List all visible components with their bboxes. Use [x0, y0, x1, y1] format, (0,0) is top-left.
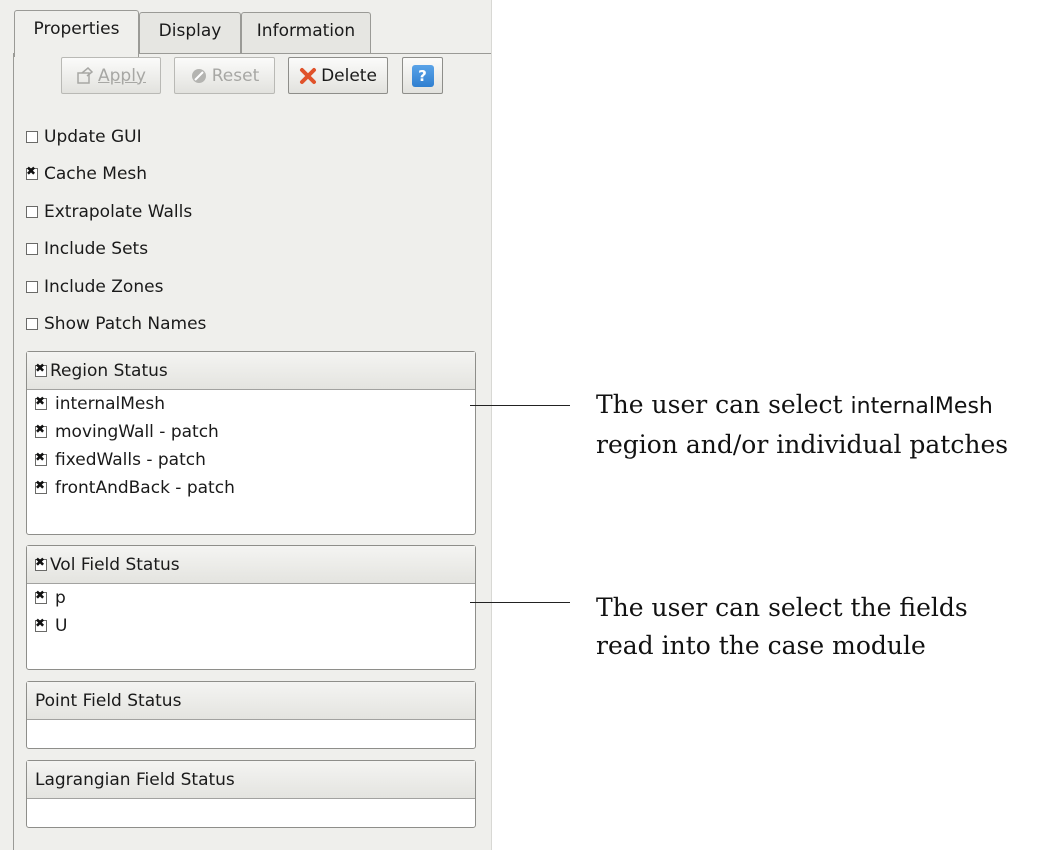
region-annotation-pre: The user can select [596, 390, 851, 419]
include-zones-label: Include Zones [44, 277, 164, 297]
show-patch-names-box[interactable] [26, 318, 38, 330]
point-field-status-header[interactable]: Point Field Status [27, 682, 475, 720]
show-patch-names-checkbox[interactable]: Show Patch Names [26, 312, 206, 336]
item-checkbox[interactable] [35, 450, 47, 466]
cache-mesh-checkbox[interactable]: Cache Mesh [26, 162, 147, 186]
vol-field-status-header[interactable]: Vol Field Status [27, 546, 475, 584]
cache-mesh-label: Cache Mesh [44, 164, 148, 184]
item-checkbox[interactable] [35, 588, 47, 604]
region-status-toggle[interactable] [35, 361, 47, 377]
apply-label: Apply [98, 65, 146, 86]
reset-icon [190, 67, 208, 85]
tab-display[interactable]: Display [139, 12, 241, 56]
list-item[interactable]: p [27, 584, 475, 612]
region-annotation-line [470, 405, 570, 406]
lagrangian-field-status-header[interactable]: Lagrangian Field Status [27, 761, 475, 799]
fields-annotation: The user can select the fields read into… [596, 589, 968, 665]
properties-panel: Properties Display Information Apply Res… [0, 0, 492, 850]
help-icon: ? [411, 64, 434, 87]
fields-annotation-line [470, 602, 570, 603]
item-label: U [55, 616, 68, 636]
include-sets-checkbox[interactable]: Include Sets [26, 237, 148, 261]
update-gui-box[interactable] [26, 131, 38, 143]
fields-annotation-line1: The user can select the fields [596, 593, 968, 622]
region-annotation: The user can select internalMesh region … [596, 386, 1008, 464]
update-gui-checkbox[interactable]: Update GUI [26, 125, 142, 149]
cache-mesh-box[interactable] [26, 164, 38, 180]
delete-button[interactable]: Delete [288, 57, 388, 94]
apply-icon [76, 66, 94, 85]
lagrangian-field-status-list: Lagrangian Field Status [26, 760, 476, 828]
reset-label: Reset [211, 65, 260, 86]
list-item[interactable]: fixedWalls - patch [27, 446, 475, 474]
include-zones-box[interactable] [26, 281, 38, 293]
vol-field-status-title: Vol Field Status [50, 554, 180, 575]
extrapolate-walls-box[interactable] [26, 206, 38, 218]
region-status-header[interactable]: Region Status [27, 352, 475, 390]
tab-properties[interactable]: Properties [14, 10, 139, 57]
apply-button[interactable]: Apply [61, 57, 161, 94]
list-item[interactable]: movingWall - patch [27, 418, 475, 446]
list-item[interactable]: internalMesh [27, 390, 475, 418]
point-field-status-title: Point Field Status [35, 690, 182, 711]
reset-button[interactable]: Reset [174, 57, 275, 94]
item-label: movingWall - patch [55, 422, 219, 442]
vol-field-status-toggle[interactable] [35, 555, 47, 571]
item-label: fixedWalls - patch [55, 450, 206, 470]
delete-icon [299, 67, 317, 85]
extrapolate-walls-checkbox[interactable]: Extrapolate Walls [26, 200, 192, 224]
region-annotation-line2: region and/or individual patches [596, 430, 1009, 459]
item-checkbox[interactable] [35, 616, 47, 632]
lagrangian-field-status-title: Lagrangian Field Status [35, 769, 235, 790]
point-field-status-list: Point Field Status [26, 681, 476, 749]
region-status-list: Region Status internalMesh movingWall - … [26, 351, 476, 535]
help-button[interactable]: ? [402, 57, 443, 94]
include-zones-checkbox[interactable]: Include Zones [26, 275, 163, 299]
list-item[interactable]: frontAndBack - patch [27, 474, 475, 502]
item-label: internalMesh [55, 394, 165, 414]
tab-information[interactable]: Information [241, 12, 371, 56]
vol-field-status-list: Vol Field Status p U [26, 545, 476, 670]
extrapolate-walls-label: Extrapolate Walls [44, 202, 193, 222]
item-checkbox[interactable] [35, 394, 47, 410]
list-item[interactable]: U [27, 612, 475, 640]
item-label: p [55, 588, 66, 608]
item-checkbox[interactable] [35, 422, 47, 438]
item-label: frontAndBack - patch [55, 478, 235, 498]
include-sets-label: Include Sets [44, 239, 149, 259]
show-patch-names-label: Show Patch Names [44, 314, 207, 334]
delete-label: Delete [321, 65, 377, 86]
region-status-title: Region Status [50, 360, 168, 381]
region-annotation-highlight: internalMesh [850, 394, 993, 419]
update-gui-label: Update GUI [44, 127, 142, 147]
fields-annotation-line2: read into the case module [596, 631, 926, 660]
item-checkbox[interactable] [35, 478, 47, 494]
include-sets-box[interactable] [26, 243, 38, 255]
